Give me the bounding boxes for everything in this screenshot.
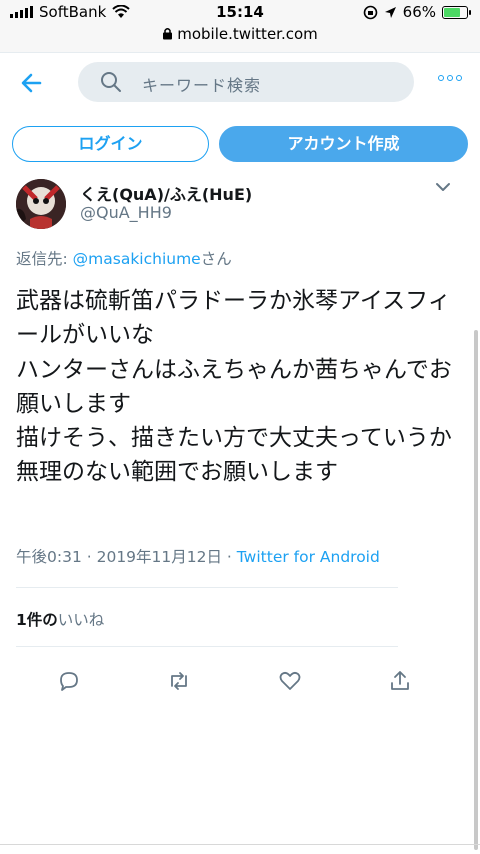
search-input[interactable]: キーワード検索 xyxy=(78,62,414,102)
url-bar[interactable]: mobile.twitter.com xyxy=(0,25,480,43)
retweet-icon[interactable] xyxy=(167,669,191,693)
reply-suffix: さん xyxy=(200,250,232,268)
heart-icon[interactable] xyxy=(278,669,302,693)
arrow-left-icon[interactable] xyxy=(18,69,46,97)
likes-count[interactable]: 1件のいいね xyxy=(16,608,104,630)
meta-separator-2: · xyxy=(222,548,237,566)
chevron-down-icon[interactable] xyxy=(434,180,452,194)
reply-icon[interactable] xyxy=(57,669,81,693)
status-bar: SoftBank 15:14 66% mobile.twitter.com xyxy=(0,0,480,52)
rotation-lock-icon xyxy=(363,5,377,19)
search-placeholder: キーワード検索 xyxy=(142,76,262,95)
battery-icon xyxy=(442,5,471,19)
app-header: キーワード検索 xyxy=(0,52,480,115)
battery-percent: 66% xyxy=(402,3,436,21)
lock-icon xyxy=(163,28,173,40)
reply-prefix: 返信先: xyxy=(16,250,73,268)
divider xyxy=(0,844,480,845)
user-handle[interactable]: @QuA_HH9 xyxy=(80,203,172,222)
tweet-date[interactable]: 2019年11月12日 xyxy=(97,548,222,566)
login-button[interactable]: ログイン xyxy=(12,126,209,162)
scrollbar[interactable] xyxy=(474,330,478,850)
url-text: mobile.twitter.com xyxy=(177,25,318,43)
search-icon xyxy=(101,72,121,92)
meta-separator: · xyxy=(81,548,97,566)
avatar[interactable] xyxy=(16,179,66,229)
reply-to-line: 返信先: @masakichiumeさん xyxy=(16,247,232,269)
divider xyxy=(16,646,398,647)
likes-number: 1件の xyxy=(16,611,58,629)
tweet-source-link[interactable]: Twitter for Android xyxy=(237,548,380,566)
tweet-meta: 午後0:31 · 2019年11月12日 · Twitter for Andro… xyxy=(16,545,380,567)
signup-button[interactable]: アカウント作成 xyxy=(219,126,468,162)
share-icon[interactable] xyxy=(388,669,412,693)
reply-mention-link[interactable]: @masakichiume xyxy=(73,250,201,268)
more-horizontal-icon[interactable] xyxy=(438,75,462,81)
tweet-text: 武器は硫斬笛パラドーラか氷琴アイスフィールがいいな ハンターさんはふえちゃんか茜… xyxy=(16,288,452,486)
divider xyxy=(16,587,398,588)
tweet-time[interactable]: 午後0:31 xyxy=(16,548,82,566)
location-icon xyxy=(384,6,396,18)
status-right: 66% xyxy=(363,3,471,21)
display-name[interactable]: くえ(QuA)/ふえ(HuE) xyxy=(80,181,252,205)
likes-label: いいね xyxy=(57,611,105,629)
